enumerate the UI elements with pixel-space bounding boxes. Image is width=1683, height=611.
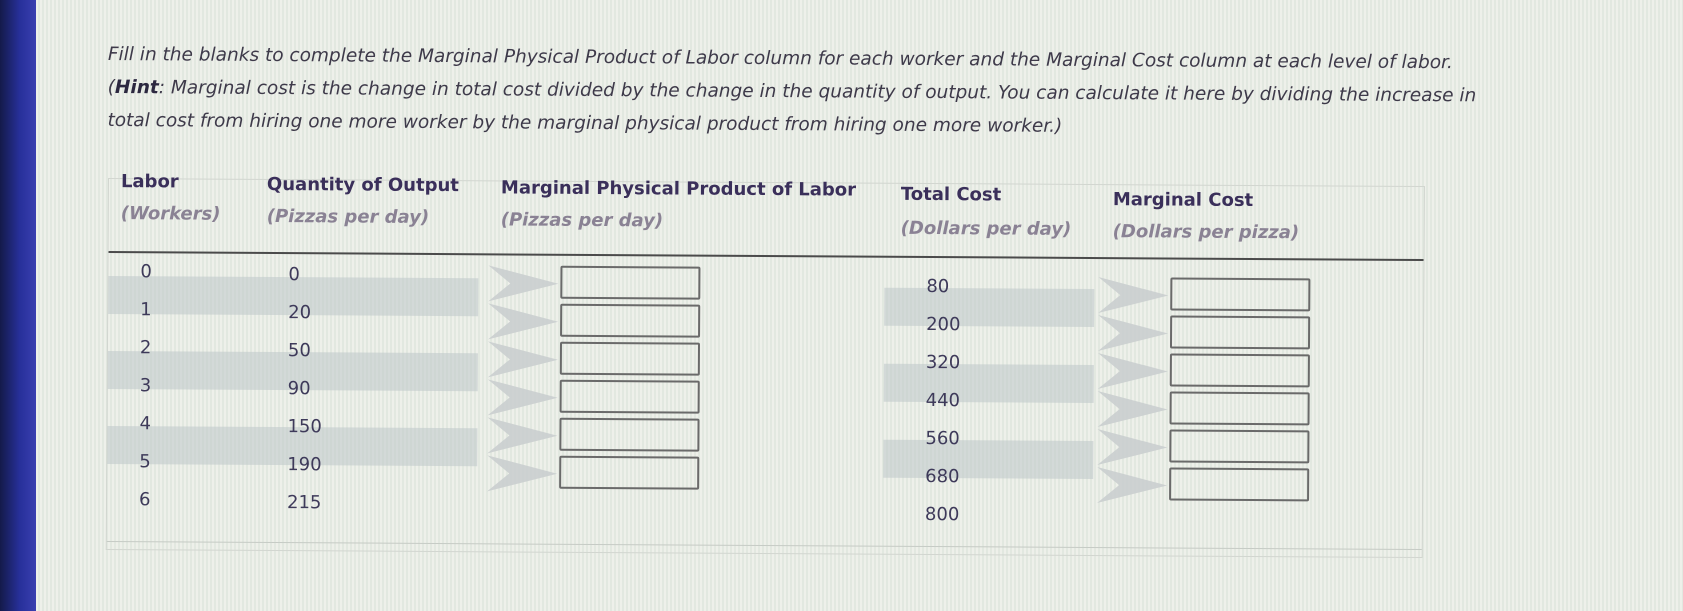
marginal-cost-arrow-icon <box>1098 275 1169 315</box>
header-total-cost-unit: (Dollars per day) <box>900 217 1072 240</box>
marginal-cost-input[interactable] <box>1169 429 1310 464</box>
row-stripe <box>884 287 1095 328</box>
marginal-cost-input[interactable] <box>1169 467 1310 502</box>
total-cost-cell: 560 <box>925 427 960 450</box>
mpl-input[interactable] <box>560 265 701 300</box>
labor-cell: 6 <box>138 489 151 511</box>
row-stripe <box>883 363 1094 404</box>
monitor-bezel <box>0 0 36 611</box>
marginal-cost-arrow-icon <box>1097 351 1168 391</box>
marginal-cost-input[interactable] <box>1169 315 1311 350</box>
mpl-arrow-icon <box>487 377 558 417</box>
header-output: Quantity of Output <box>266 173 459 197</box>
output-cell: 90 <box>287 378 311 400</box>
marginal-cost-input[interactable] <box>1169 391 1310 426</box>
output-cell: 190 <box>287 454 322 476</box>
header-divider <box>108 251 1424 262</box>
output-cell: 0 <box>288 264 300 286</box>
header-marginal-cost: Marginal Cost <box>1112 189 1254 211</box>
header-mpl: Marginal Physical Product of Labor <box>500 177 857 201</box>
marginal-cost-arrow-icon <box>1097 465 1168 505</box>
marginal-cost-arrow-icon <box>1097 389 1168 429</box>
labor-cell: 4 <box>139 413 152 435</box>
total-cost-cell: 800 <box>924 503 960 526</box>
hint-label: Hint <box>114 77 159 99</box>
total-cost-cell: 680 <box>925 465 960 488</box>
total-cost-cell: 320 <box>925 351 961 374</box>
instructions: Fill in the blanks to complete the Margi… <box>107 38 1638 146</box>
mpl-input[interactable] <box>559 417 700 452</box>
header-total-cost: Total Cost <box>900 183 1002 206</box>
output-cell: 20 <box>288 302 312 324</box>
mpl-arrow-icon <box>487 339 558 379</box>
total-cost-cell: 80 <box>926 276 950 298</box>
mpl-arrow-icon <box>488 263 559 303</box>
header-output-unit: (Pizzas per day) <box>266 205 430 228</box>
table-bottom-border <box>106 540 1422 551</box>
header-labor: Labor <box>120 171 179 193</box>
marginal-cost-arrow-icon <box>1097 427 1168 467</box>
hint-text: : Marginal cost is the change in total c… <box>158 77 1477 107</box>
output-cell: 150 <box>287 416 322 438</box>
marginal-cost-input[interactable] <box>1170 277 1311 312</box>
total-cost-cell: 200 <box>926 314 961 336</box>
mpl-input[interactable] <box>560 303 701 338</box>
production-cost-table: Labor (Workers) Quantity of Output (Pizz… <box>105 171 1425 559</box>
labor-cell: 5 <box>139 451 151 473</box>
mpl-input[interactable] <box>559 341 701 376</box>
mpl-input[interactable] <box>559 379 700 414</box>
labor-cell: 1 <box>140 299 152 321</box>
header-marginal-cost-unit: (Dollars per pizza) <box>1112 221 1300 244</box>
mpl-arrow-icon <box>487 415 558 455</box>
total-cost-cell: 440 <box>925 389 961 412</box>
marginal-cost-input[interactable] <box>1169 353 1310 388</box>
row-stripe <box>883 439 1094 480</box>
header-mpl-unit: (Pizzas per day) <box>500 209 664 232</box>
mpl-arrow-icon <box>487 453 558 493</box>
labor-cell: 3 <box>139 375 152 397</box>
labor-cell: 0 <box>140 261 152 283</box>
header-labor-unit: (Workers) <box>120 203 221 225</box>
labor-cell: 2 <box>139 337 152 359</box>
mpl-input[interactable] <box>559 455 700 490</box>
marginal-cost-arrow-icon <box>1097 313 1169 353</box>
mpl-arrow-icon <box>488 301 559 341</box>
output-cell: 215 <box>286 492 322 514</box>
output-cell: 50 <box>287 340 311 362</box>
